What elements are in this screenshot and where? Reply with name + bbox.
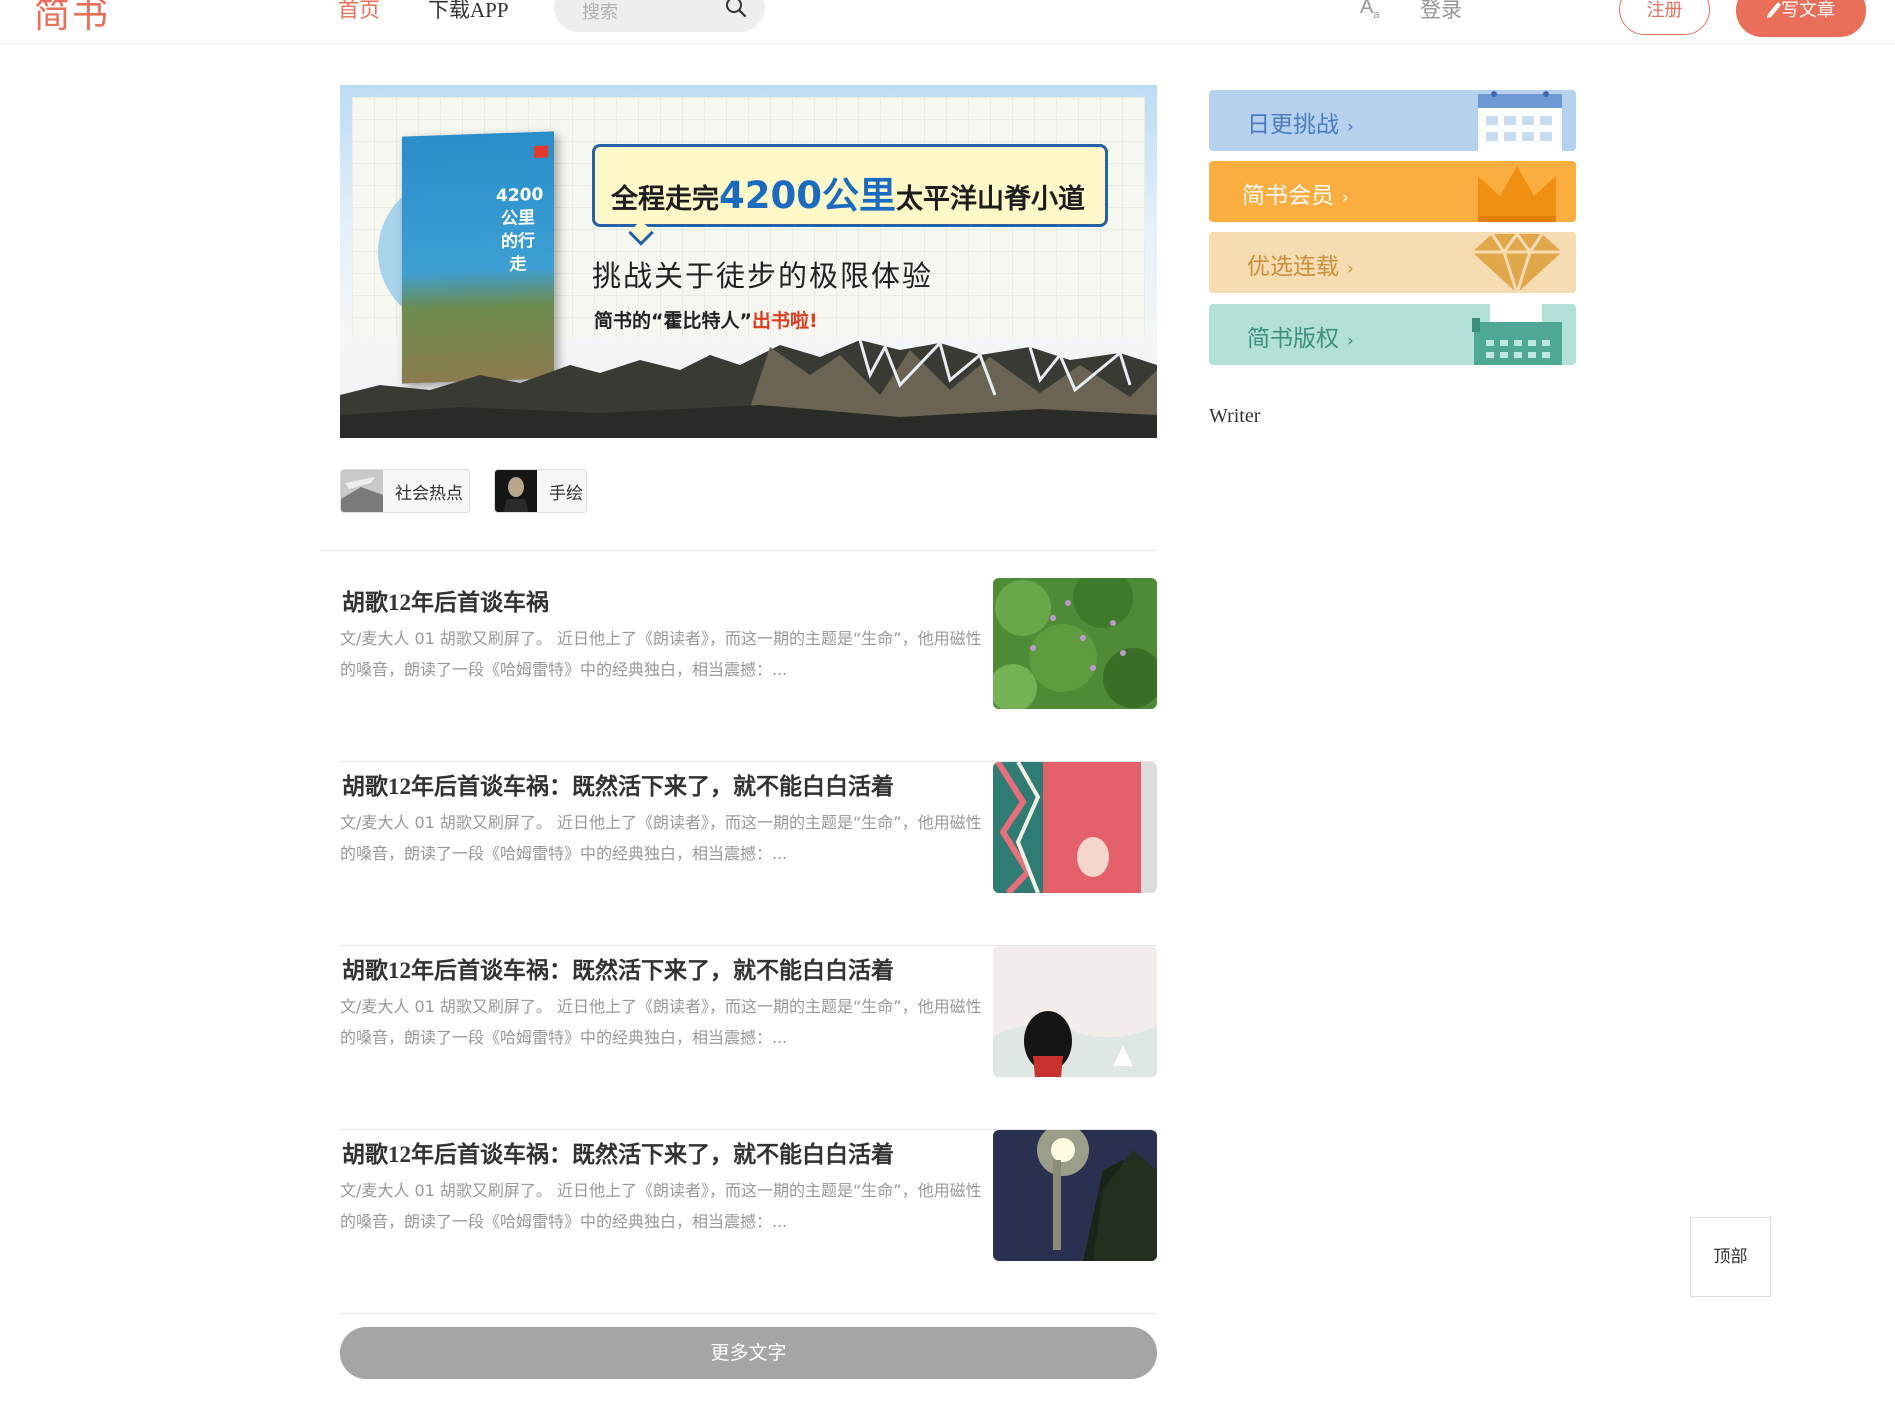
topic-label: 社会热点 [395, 483, 463, 503]
article-excerpt: 文/麦大人 01 胡歌又刷屏了。 近日他上了《朗读者》，而这一期的主题是“生命”… [340, 1181, 982, 1231]
sidebar-card-label: 日更挑战 › [1247, 112, 1354, 138]
top-navbar: 简书 首页 下载APP 搜索 Aa 登录 注册 写文章 [0, 0, 1895, 44]
banner-speech-bubble: 全程走完4200公里太平洋山脊小道 [592, 144, 1108, 227]
promo-banner[interactable]: 4200公里的行走 全程走完4200公里太平洋山脊小道 挑战关于徒步的极限体验 … [340, 85, 1157, 438]
article-title[interactable]: 胡歌12年后首谈车祸：既然活下来了，就不能白白活着 [342, 1135, 894, 1169]
topic-thumbnail [341, 470, 383, 512]
font-size-icon[interactable]: Aa [1360, 0, 1379, 21]
sidebar-card-copyright[interactable]: 简书版权 › [1209, 304, 1576, 365]
sidebar-card-serial[interactable]: 优选连载 › [1209, 232, 1576, 293]
writer-section-heading: Writer [1209, 405, 1261, 427]
search-box[interactable]: 搜索 [554, 0, 765, 32]
sidebar-card-daily-challenge[interactable]: 日更挑战 › [1209, 90, 1576, 151]
article-thumbnail[interactable] [993, 762, 1157, 893]
banner-headline: 全程走完4200公里太平洋山脊小道 [611, 174, 1085, 217]
topic-thumbnail [495, 470, 537, 512]
topic-tag[interactable]: 社会热点 [340, 469, 470, 513]
section-divider [320, 550, 1157, 551]
login-link[interactable]: 登录 [1420, 0, 1462, 24]
write-article-label: 写文章 [1781, 0, 1835, 21]
diamond-icon [1472, 233, 1562, 293]
calendar-icon [1478, 91, 1562, 151]
sidebar-card-membership[interactable]: 简书会员 › [1209, 161, 1576, 222]
back-to-top-button[interactable]: 顶部 [1690, 1217, 1771, 1297]
search-icon[interactable] [725, 0, 747, 18]
article-thumbnail[interactable] [993, 578, 1157, 709]
typewriter-icon [1472, 304, 1562, 365]
article-thumbnail[interactable] [993, 1130, 1157, 1261]
article-title[interactable]: 胡歌12年后首谈车祸 [342, 583, 549, 617]
article-excerpt: 文/麦大人 01 胡歌又刷屏了。 近日他上了《朗读者》，而这一期的主题是“生命”… [340, 997, 982, 1047]
search-input[interactable]: 搜索 [582, 0, 618, 24]
article-list-item[interactable]: 胡歌12年后首谈车祸：既然活下来了，就不能白白活着 文/麦大人 01 胡歌又刷屏… [340, 946, 1157, 1130]
nav-home-link[interactable]: 首页 [338, 0, 380, 24]
mountain-illustration [340, 339, 1157, 438]
crown-icon [1478, 166, 1556, 222]
article-title[interactable]: 胡歌12年后首谈车祸：既然活下来了，就不能白白活着 [342, 767, 894, 801]
load-more-button[interactable]: 更多文字 [340, 1327, 1157, 1379]
article-list-item[interactable]: 胡歌12年后首谈车祸 文/麦大人 01 胡歌又刷屏了。 近日他上了《朗读者》，而… [340, 578, 1157, 762]
topic-label: 手绘 [549, 483, 583, 503]
register-button[interactable]: 注册 [1619, 0, 1710, 35]
article-excerpt: 文/麦大人 01 胡歌又刷屏了。 近日他上了《朗读者》，而这一期的主题是“生命”… [340, 813, 982, 863]
article-thumbnail[interactable] [993, 946, 1157, 1077]
sidebar-card-label: 优选连载 › [1247, 254, 1354, 280]
site-logo[interactable]: 简书 [34, 0, 110, 38]
nav-download-app-link[interactable]: 下载APP [428, 0, 509, 24]
book-title: 4200公里的行走 [496, 184, 544, 275]
article-excerpt: 文/麦大人 01 胡歌又刷屏了。 近日他上了《朗读者》，而这一期的主题是“生命”… [340, 629, 982, 679]
article-list-item[interactable]: 胡歌12年后首谈车祸：既然活下来了，就不能白白活着 文/麦大人 01 胡歌又刷屏… [340, 762, 1157, 946]
article-list-item[interactable]: 胡歌12年后首谈车祸：既然活下来了，就不能白白活着 文/麦大人 01 胡歌又刷屏… [340, 1130, 1157, 1314]
topic-tag[interactable]: 手绘 [494, 469, 587, 513]
banner-subtitle: 挑战关于徒步的极限体验 [592, 259, 934, 293]
sidebar-card-label: 简书版权 › [1247, 326, 1354, 352]
write-article-button[interactable]: 写文章 [1736, 0, 1866, 37]
sidebar-card-label: 简书会员 › [1242, 183, 1349, 209]
publisher-badge [534, 145, 548, 159]
banner-tagline: 简书的“霍比特人”出书啦! [594, 310, 818, 332]
article-title[interactable]: 胡歌12年后首谈车祸：既然活下来了，就不能白白活着 [342, 951, 894, 985]
pen-icon [1767, 2, 1781, 18]
